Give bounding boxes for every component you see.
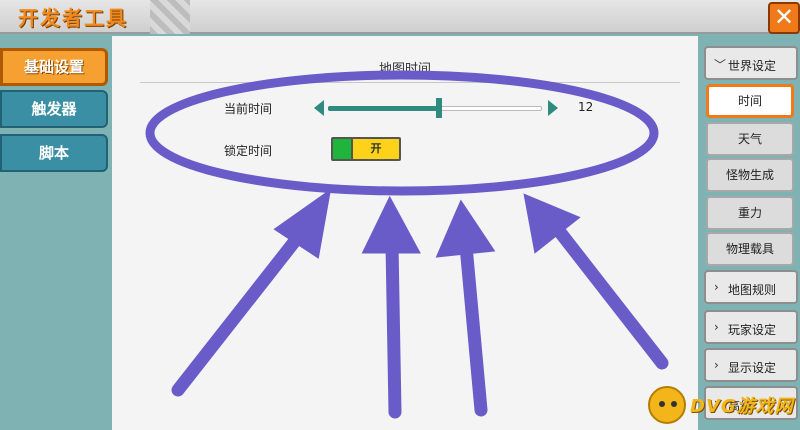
lock-time-label: 锁定时间 [224,144,273,158]
menu-item-time[interactable]: 时间 [706,84,794,118]
right-menu: ﹀ 世界设定 时间 天气 怪物生成 重力 物理载具 › 地图规则 › 玩家设定 … [698,36,800,430]
chevron-right-icon: › [714,358,719,372]
time-slider-fill [328,106,440,111]
section-title: 地图时间 [378,62,431,77]
logo-eye [671,401,677,407]
menu-group-label: 显示设定 [728,361,777,375]
chevron-down-icon: ﹀ [714,58,727,72]
increase-time-arrow-icon[interactable] [548,100,558,116]
tab-label: 触发器 [31,100,77,118]
watermark: DVG游戏网 [646,382,800,430]
title-decoration [150,0,190,34]
tab-label: 脚本 [38,144,69,162]
menu-item-physics-vehicles[interactable]: 物理载具 [706,232,794,266]
gamepad-logo-icon [648,386,686,424]
menu-group-player-settings[interactable]: › 玩家设定 [704,310,798,344]
menu-item-label: 重力 [737,206,762,220]
title-bar: 开发者工具 [0,0,800,34]
decrease-time-arrow-icon[interactable] [314,100,324,116]
menu-item-monster-spawn[interactable]: 怪物生成 [706,158,794,192]
menu-item-label: 时间 [737,94,762,108]
close-button[interactable]: ✕ [768,2,800,34]
toggle-label: 开 [370,142,382,155]
menu-group-map-rules[interactable]: › 地图规则 [704,270,798,304]
settings-panel: 地图时间 当前时间 12 锁定时间 开 [112,36,698,430]
current-time-value: 12 [578,100,594,114]
section-divider [140,82,680,83]
menu-group-label: 玩家设定 [728,323,777,337]
menu-group-label: 地图规则 [728,283,777,297]
menu-item-gravity[interactable]: 重力 [706,196,794,230]
current-time-label: 当前时间 [224,102,273,116]
close-icon: ✕ [773,3,795,31]
menu-item-weather[interactable]: 天气 [706,122,794,156]
tab-triggers[interactable]: 触发器 [0,90,108,128]
menu-group-display-settings[interactable]: › 显示设定 [704,348,798,382]
watermark-text: DVG游戏网 [690,396,794,417]
menu-group-label: 世界设定 [728,59,777,73]
menu-item-label: 怪物生成 [725,168,774,182]
toggle-indicator [333,139,353,159]
tab-label: 基础设置 [23,58,84,76]
tab-basic-settings[interactable]: 基础设置 [0,48,108,86]
menu-item-label: 物理载具 [725,242,774,256]
tab-scripts[interactable]: 脚本 [0,134,108,172]
lock-time-toggle[interactable]: 开 [331,137,401,161]
window-title: 开发者工具 [18,6,128,30]
menu-group-world-settings[interactable]: ﹀ 世界设定 [704,46,798,80]
left-tab-panel: 基础设置 触发器 脚本 [0,36,112,430]
time-slider-handle[interactable] [436,98,443,118]
logo-eye [659,401,665,407]
chevron-right-icon: › [714,280,719,294]
menu-item-label: 天气 [737,132,762,146]
chevron-right-icon: › [714,320,719,334]
